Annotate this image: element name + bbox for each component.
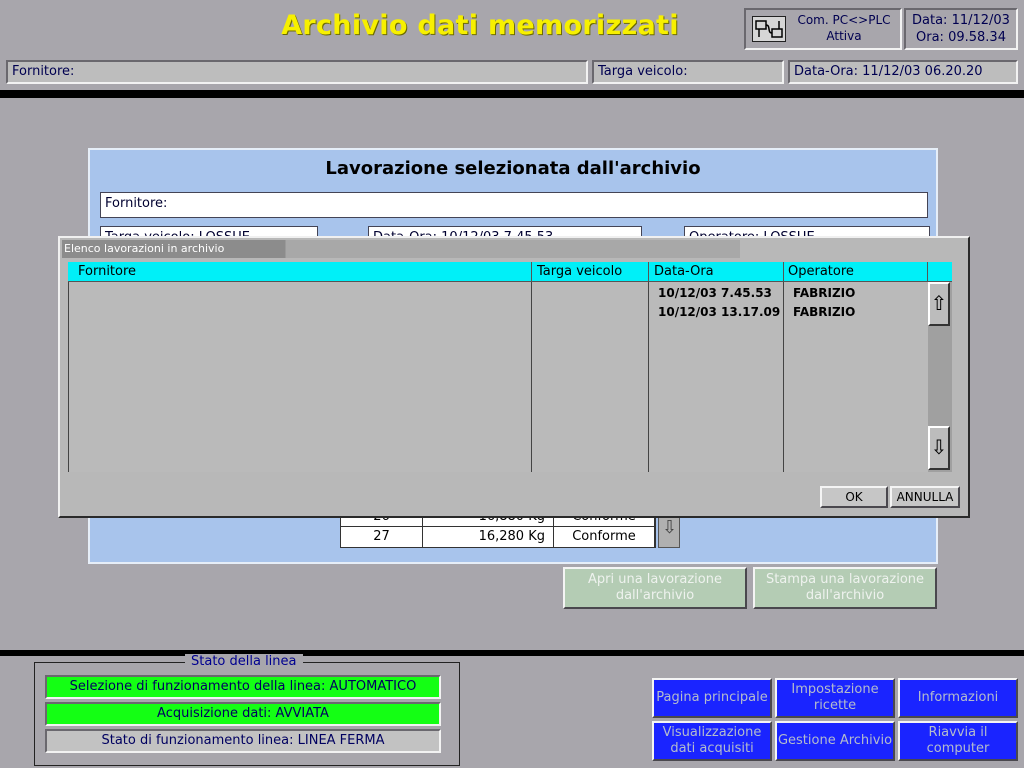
plc-communication-status: Com. PC<>PLC Attiva <box>744 8 902 50</box>
weigh-weight: 16,280 Kg <box>423 527 554 547</box>
archive-list-scrollbar[interactable]: ⇧ ⇩ <box>928 282 952 472</box>
archive-list: 10/12/03 7.45.53 FABRIZIO 10/12/03 13.17… <box>68 282 928 472</box>
row-supplier <box>78 284 528 303</box>
plc-communication-label: Com. PC<>PLC <box>797 13 891 27</box>
selected-job-title: Lavorazione selezionata dall'archivio <box>325 158 701 179</box>
row-plate <box>536 303 646 322</box>
line-status-title: Stato della linea <box>185 654 303 669</box>
information-button[interactable]: Informazioni <box>898 678 1018 718</box>
recipe-settings-button[interactable]: Impostazione ricette <box>775 678 895 718</box>
arrow-up-icon: ⇧ <box>930 291 948 315</box>
weigh-number: 27 <box>341 527 423 547</box>
dialog-titlebar: Elenco lavorazioni in archivio <box>62 240 740 258</box>
clock-display: Data: 11/12/03 Ora: 09.58.34 <box>904 8 1018 50</box>
plug-connection-icon <box>752 16 786 42</box>
archive-list-dialog: Elenco lavorazioni in archivio Fornitore… <box>58 236 970 518</box>
plate-field: Targa veicolo: <box>592 60 784 84</box>
column-header-datetime[interactable]: Data-Ora <box>649 262 784 282</box>
current-date: Data: 11/12/03 <box>912 13 1010 28</box>
cancel-button[interactable]: ANNULLA <box>890 486 960 508</box>
weigh-status: Conforme <box>554 527 655 547</box>
row-datetime: 10/12/03 7.45.53 <box>658 286 772 300</box>
scroll-up-button[interactable]: ⇧ <box>928 282 950 326</box>
list-item[interactable]: 10/12/03 13.17.09 FABRIZIO <box>68 303 928 322</box>
plc-communication-text: Com. PC<>PLC Attiva <box>790 12 898 44</box>
scroll-down-button[interactable]: ⇩ <box>928 426 950 470</box>
selected-supplier-field: Fornitore: <box>100 192 928 218</box>
current-time: Ora: 09.58.34 <box>916 30 1006 45</box>
table-row: 27 16,280 Kg Conforme <box>341 527 655 547</box>
line-state-indicator: Stato di funzionamento linea: LINEA FERM… <box>45 729 441 753</box>
line-mode-indicator: Selezione di funzionamento della linea: … <box>45 675 441 699</box>
arrow-down-icon: ⇩ <box>662 517 678 538</box>
restart-computer-button[interactable]: Riavvia il computer <box>898 721 1018 761</box>
footer: Stato della linea Selezione di funzionam… <box>0 654 1024 768</box>
data-acquisition-indicator: Acquisizione dati: AVVIATA <box>45 702 441 726</box>
supplier-field: Fornitore: <box>6 60 588 84</box>
header-divider <box>0 90 1024 98</box>
ok-button[interactable]: OK <box>820 486 888 508</box>
archive-list-header: Fornitore Targa veicolo Data-Ora Operato… <box>68 262 952 282</box>
view-acquired-data-button[interactable]: Visualizzazione dati acquisiti <box>652 721 772 761</box>
plc-communication-value: Attiva <box>826 29 862 43</box>
row-datetime: 10/12/03 13.17.09 <box>658 305 781 319</box>
print-archive-job-button[interactable]: Stampa una lavorazione dall'archivio <box>753 567 937 609</box>
datetime-field: Data-Ora: 11/12/03 06.20.20 <box>788 60 1018 84</box>
row-supplier <box>78 303 528 322</box>
column-header-operator[interactable]: Operatore <box>784 262 928 282</box>
home-page-button[interactable]: Pagina principale <box>652 678 772 718</box>
line-status-group: Stato della linea Selezione di funzionam… <box>34 654 460 766</box>
column-header-plate[interactable]: Targa veicolo <box>532 262 649 282</box>
row-operator: FABRIZIO <box>793 305 856 319</box>
row-plate <box>536 284 646 303</box>
header: Archivio dati memorizzati Com. PC<>PLC A… <box>0 0 1024 90</box>
column-header-supplier[interactable]: Fornitore <box>68 262 532 282</box>
open-archive-job-button[interactable]: Apri una lavorazione dall'archivio <box>563 567 747 609</box>
arrow-down-icon: ⇩ <box>930 435 948 459</box>
list-item[interactable]: 10/12/03 7.45.53 FABRIZIO <box>68 284 928 303</box>
row-operator: FABRIZIO <box>793 286 856 300</box>
archive-management-button[interactable]: Gestione Archivio <box>775 721 895 761</box>
